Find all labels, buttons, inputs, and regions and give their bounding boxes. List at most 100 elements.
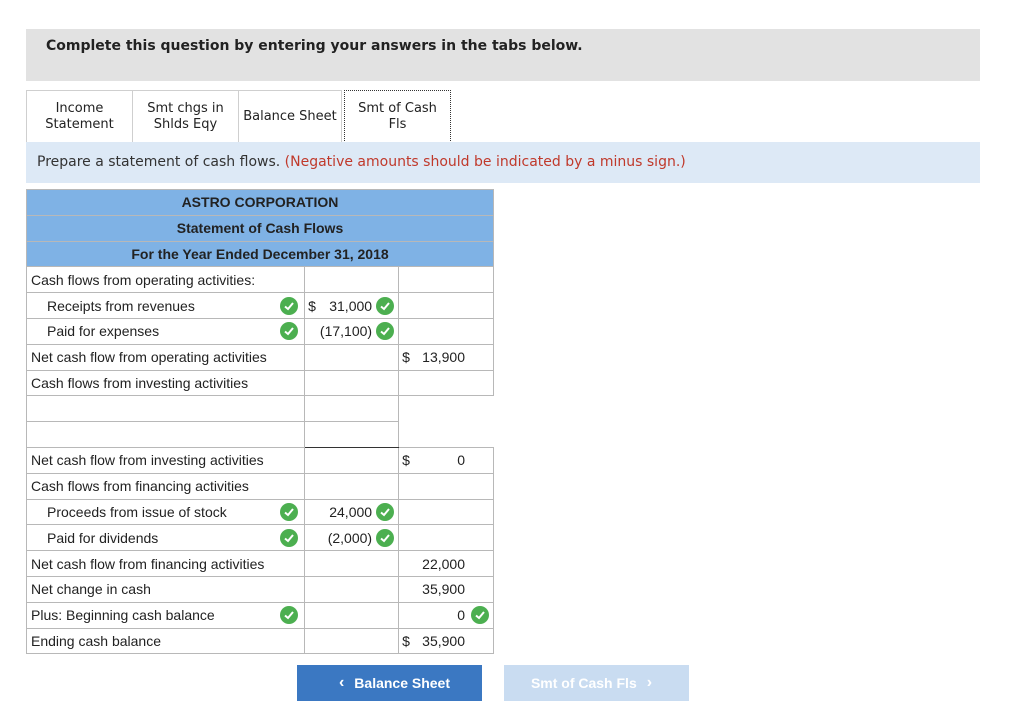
amount-input[interactable]	[304, 395, 400, 423]
tab-label: Income	[55, 100, 104, 116]
table-row	[25, 421, 494, 448]
table-row: Net cash flow from operating activities …	[25, 343, 494, 371]
row-label: Net cash flow from investing activities	[25, 446, 306, 474]
row-label: Receipts from revenues	[47, 297, 195, 314]
row-label: Net change in cash	[25, 575, 306, 603]
total-cell	[399, 396, 494, 422]
statement-period: For the Year Ended December 31, 2018	[26, 240, 494, 268]
tab-label: Smt of Cash	[358, 100, 437, 116]
amount-cell	[304, 550, 400, 577]
amount-value: 13,900	[422, 349, 465, 366]
check-icon	[376, 502, 395, 521]
total-cell	[398, 317, 494, 345]
row-label: Paid for dividends	[47, 529, 159, 546]
total-value: 35,900	[398, 575, 494, 603]
label-input[interactable]: Plus: Beginning cash balance	[25, 601, 306, 629]
label-input[interactable]: Proceeds from issue of stock	[25, 498, 306, 526]
amount-value: 31,000	[329, 297, 373, 314]
amount-cell	[304, 601, 400, 629]
amount-input[interactable]: (17,100)	[304, 317, 400, 345]
row-label: Proceeds from issue of stock	[47, 503, 227, 520]
label-input[interactable]: Receipts from revenues	[25, 292, 306, 319]
amount-cell	[304, 575, 400, 603]
table-row	[25, 395, 494, 423]
amount-value: 0	[457, 607, 465, 624]
tab-balance-sheet[interactable]: Balance Sheet	[239, 90, 342, 142]
amount-cell	[304, 369, 400, 397]
currency-symbol: $	[308, 297, 316, 314]
currency-symbol: $	[402, 349, 410, 366]
tab-stmt-changes-equity[interactable]: Smt chgs in Shlds Eqy	[133, 90, 239, 142]
amount-input[interactable]: 24,000	[304, 498, 400, 526]
row-label: Net cash flow from financing activities	[25, 550, 306, 577]
amount-value: (17,100)	[319, 323, 373, 340]
prompt-note: (Negative amounts should be indicated by…	[284, 154, 686, 170]
table-row: Net cash flow from financing activities …	[25, 550, 494, 577]
amount-cell	[304, 446, 400, 474]
row-label: Ending cash balance	[25, 627, 306, 655]
check-icon	[280, 322, 299, 341]
instruction-text: Complete this question by entering your …	[46, 38, 583, 54]
total-cell	[398, 498, 494, 526]
amount-input[interactable]: (2,000)	[304, 524, 400, 552]
label-input[interactable]	[25, 421, 306, 448]
next-button[interactable]: Smt of Cash Fls ›	[504, 665, 689, 701]
table-row: Cash flows from operating activities:	[25, 266, 494, 294]
cash-flow-statement-table: ASTRO CORPORATION Statement of Cash Flow…	[25, 189, 494, 655]
chevron-left-icon: ‹	[338, 674, 345, 691]
total-cell	[398, 266, 494, 294]
chevron-right-icon: ›	[646, 674, 653, 691]
amount-input[interactable]	[304, 421, 400, 448]
table-row: Net cash flow from investing activities …	[25, 446, 494, 474]
check-icon	[280, 502, 299, 521]
total-value: 22,000	[398, 550, 494, 577]
instruction-bar: Complete this question by entering your …	[26, 29, 980, 81]
total-input[interactable]: 0	[398, 601, 494, 629]
check-icon	[280, 606, 299, 625]
check-icon	[376, 322, 395, 341]
header-row: For the Year Ended December 31, 2018	[26, 240, 494, 268]
check-icon	[280, 528, 299, 547]
check-icon	[376, 296, 395, 315]
total-cell	[398, 524, 494, 552]
table-row: Paid for dividends (2,000)	[25, 524, 494, 552]
table-row: Proceeds from issue of stock 24,000	[25, 498, 494, 526]
tab-label: Balance Sheet	[243, 108, 337, 124]
section-header-operating: Cash flows from operating activities:	[25, 266, 306, 294]
amount-value: 24,000	[329, 503, 373, 520]
label-input[interactable]: Paid for expenses	[25, 317, 306, 345]
label-input[interactable]: Paid for dividends	[25, 524, 306, 552]
table-row: Receipts from revenues $ 31,000	[25, 292, 494, 319]
statement-title: Statement of Cash Flows	[26, 214, 494, 242]
prev-button[interactable]: ‹ Balance Sheet	[297, 665, 482, 701]
tab-label: Statement	[45, 116, 114, 132]
next-button-label: Smt of Cash Fls	[530, 675, 637, 691]
table-row: Plus: Beginning cash balance 0	[25, 601, 494, 629]
tab-stmt-cash-flows[interactable]: Smt of Cash Fls	[344, 90, 451, 143]
tab-income-statement[interactable]: Income Statement	[26, 90, 133, 142]
header-row: ASTRO CORPORATION	[26, 189, 494, 216]
currency-symbol: $	[402, 452, 410, 469]
company-name: ASTRO CORPORATION	[26, 189, 494, 216]
row-label: Plus: Beginning cash balance	[31, 607, 215, 624]
amount-input[interactable]: $ 31,000	[304, 292, 400, 319]
amount-value: 35,900	[422, 581, 465, 598]
check-icon	[376, 528, 395, 547]
tab-label: Smt chgs in	[147, 100, 224, 116]
total-cell	[398, 472, 494, 500]
amount-cell	[304, 627, 400, 655]
amount-value: 35,900	[422, 632, 465, 649]
prompt-text: Prepare a statement of cash flows.	[37, 154, 281, 170]
amount-value: 0	[457, 452, 465, 469]
table-row: Ending cash balance $ 35,900	[25, 627, 494, 655]
table-row: Net change in cash 35,900	[25, 575, 494, 603]
header-row: Statement of Cash Flows	[26, 214, 494, 242]
tab-label: Fls	[388, 116, 407, 132]
table-row: Cash flows from investing activities	[25, 369, 494, 397]
tab-bar: Income Statement Smt chgs in Shlds Eqy Bal…	[26, 90, 451, 143]
total-value: $ 35,900	[398, 627, 494, 655]
section-header-investing: Cash flows from investing activities	[25, 369, 306, 397]
label-input[interactable]	[25, 395, 306, 423]
check-icon	[471, 606, 489, 625]
amount-value: (2,000)	[327, 529, 373, 546]
